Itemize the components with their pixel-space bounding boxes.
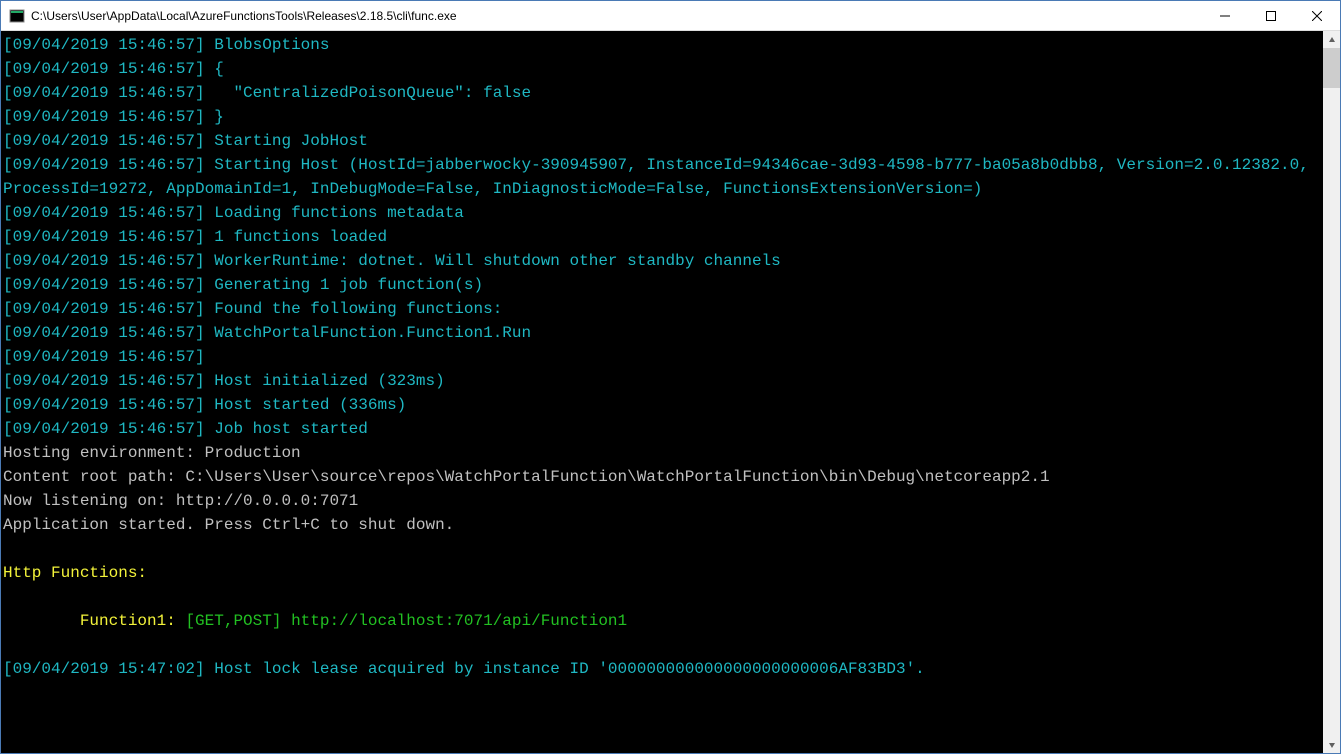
log-line: Hosting environment: Production [3,444,301,462]
minimize-button[interactable] [1202,1,1248,30]
timestamp: [09/04/2019 15:46:57] [3,132,205,150]
console-area: [09/04/2019 15:46:57] BlobsOptions [09/0… [1,31,1340,753]
timestamp: [09/04/2019 15:46:57] [3,156,205,174]
log-line: Host lock lease acquired by instance ID … [214,660,925,678]
scroll-down-button[interactable] [1323,736,1340,753]
log-line: "CentralizedPoisonQueue": false [214,84,531,102]
titlebar[interactable]: C:\Users\User\AppData\Local\AzureFunctio… [1,1,1340,31]
timestamp: [09/04/2019 15:46:57] [3,252,205,270]
timestamp: [09/04/2019 15:46:57] [3,36,205,54]
vertical-scrollbar[interactable] [1323,31,1340,753]
function-label: Function1: [3,612,185,630]
timestamp: [09/04/2019 15:46:57] [3,60,205,78]
scroll-up-button[interactable] [1323,31,1340,48]
http-methods: [GET,POST] [185,612,291,630]
log-line: Starting JobHost [214,132,368,150]
log-line: Application started. Press Ctrl+C to shu… [3,516,454,534]
log-line: Generating 1 job function(s) [214,276,483,294]
timestamp: [09/04/2019 15:46:57] [3,84,205,102]
log-line: WorkerRuntime: dotnet. Will shutdown oth… [214,252,781,270]
timestamp: [09/04/2019 15:47:02] [3,660,205,678]
console-output[interactable]: [09/04/2019 15:46:57] BlobsOptions [09/0… [1,31,1323,753]
http-functions-header: Http Functions: [3,564,147,582]
log-line: Content root path: C:\Users\User\source\… [3,468,1050,486]
log-line: BlobsOptions [214,36,329,54]
function-url: http://localhost:7071/api/Function1 [291,612,627,630]
timestamp: [09/04/2019 15:46:57] [3,204,205,222]
timestamp: [09/04/2019 15:46:57] [3,396,205,414]
scrollbar-thumb[interactable] [1323,48,1340,88]
window-controls [1202,1,1340,30]
log-line: } [214,108,224,126]
timestamp: [09/04/2019 15:46:57] [3,228,205,246]
timestamp: [09/04/2019 15:46:57] [3,300,205,318]
timestamp: [09/04/2019 15:46:57] [3,420,205,438]
window-title: C:\Users\User\AppData\Local\AzureFunctio… [31,9,1202,23]
log-line: { [214,60,224,78]
timestamp: [09/04/2019 15:46:57] [3,324,205,342]
log-line: Now listening on: http://0.0.0.0:7071 [3,492,358,510]
timestamp: [09/04/2019 15:46:57] [3,348,205,366]
log-line: Host started (336ms) [214,396,406,414]
log-line: Found the following functions: [214,300,502,318]
maximize-button[interactable] [1248,1,1294,30]
timestamp: [09/04/2019 15:46:57] [3,108,205,126]
console-window: C:\Users\User\AppData\Local\AzureFunctio… [0,0,1341,754]
close-button[interactable] [1294,1,1340,30]
timestamp: [09/04/2019 15:46:57] [3,372,205,390]
log-line: 1 functions loaded [214,228,387,246]
log-line: Job host started [214,420,368,438]
log-line: Loading functions metadata [214,204,464,222]
app-icon [9,8,25,24]
timestamp: [09/04/2019 15:46:57] [3,276,205,294]
log-line: WatchPortalFunction.Function1.Run [214,324,531,342]
scrollbar-track[interactable] [1323,48,1340,736]
log-line: Host initialized (323ms) [214,372,444,390]
